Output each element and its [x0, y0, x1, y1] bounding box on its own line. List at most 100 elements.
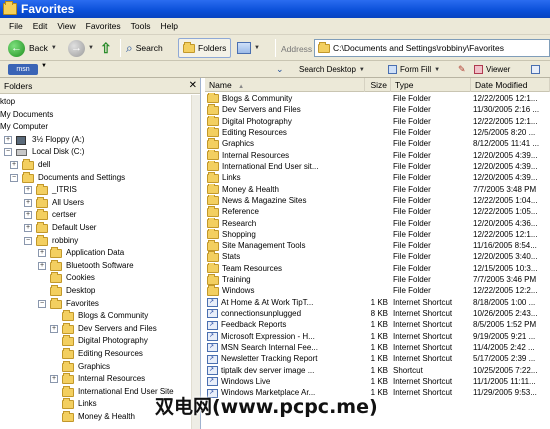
list-item-date-modified: 12/22/2005 12:1... [473, 116, 538, 126]
list-item[interactable]: Windows Live 1 KB Internet Shortcut 11/1/20… [205, 376, 550, 387]
menu-view[interactable]: View [52, 21, 80, 31]
list-item[interactable]: Shopping File Folder 12/22/2005 12:1... [205, 228, 550, 240]
expand-icon[interactable]: + [24, 211, 32, 220]
expand-icon[interactable]: + [24, 198, 32, 207]
chevron-down-icon: ▼ [358, 66, 365, 73]
search-desktop-button[interactable]: Search Desktop ▼ [299, 63, 365, 76]
list-item[interactable]: Research File Folder 12/20/2005 4:36... [205, 217, 550, 229]
list-item[interactable]: MSN Search Internal Fee... 1 KB Internet S… [205, 342, 550, 353]
forward-button[interactable]: → ▼ [68, 38, 94, 58]
list-item[interactable]: Team Resources File Folder 12/15/2005 10:3… [205, 262, 550, 274]
chevron-down-icon[interactable]: ▼ [41, 63, 47, 69]
list-item[interactable]: Internal Resources File Folder 12/20/2005 … [205, 149, 550, 161]
list-item[interactable]: Editing Resources File Folder 12/5/2005 8:… [205, 126, 550, 138]
list-item-date-modified: 12/15/2005 10:3... [473, 263, 538, 273]
folder-icon [36, 196, 48, 208]
vertical-scrollbar[interactable] [191, 95, 200, 429]
list-header: Name ▲ Size Type Date Modified [205, 78, 550, 92]
menu-edit[interactable]: Edit [28, 21, 53, 31]
expand-icon[interactable]: + [10, 161, 18, 169]
tree-item-label: Favorites [66, 298, 99, 308]
expand-icon[interactable]: + [24, 224, 32, 232]
list-item-type: File Folder [393, 150, 431, 160]
internet-shortcut-icon [207, 342, 218, 353]
list-item[interactable]: Training File Folder 7/7/2005 3:46 PM [205, 274, 550, 285]
list-item[interactable]: Links File Folder 12/20/2005 4:39... [205, 172, 550, 183]
explorer-window: Favorites File Edit View Favorites Tools… [0, 0, 550, 429]
list-item-date-modified: 11/4/2005 2:42 ... [473, 343, 535, 353]
toolbar-extra-button[interactable] [531, 63, 540, 76]
folder-icon [22, 159, 34, 170]
column-header-type[interactable]: Type [391, 78, 471, 92]
expand-icon[interactable]: + [38, 261, 46, 270]
pen-icon[interactable]: ✎ [458, 63, 466, 76]
expand-icon[interactable]: + [50, 375, 58, 384]
tree-item-label: All Users [52, 197, 85, 207]
list-item-type: Internet Shortcut [393, 354, 453, 364]
list-item[interactable]: Reference File Folder 12/22/2005 1:05... [205, 206, 550, 217]
list-item[interactable]: tiptalk dev server image ... 1 KB Shortcut… [205, 365, 550, 376]
folder-icon [207, 93, 219, 104]
list-item-name: Feedback Reports [221, 320, 287, 330]
search-button[interactable]: ⌕ Search [126, 38, 163, 58]
menu-file[interactable]: File [4, 21, 28, 31]
viewer-button[interactable]: Viewer [474, 63, 510, 76]
list-item-name-cell: Dev Servers and Files [207, 104, 365, 115]
list-item[interactable]: Digital Photography File Folder 12/22/2005… [205, 115, 550, 127]
list-item[interactable]: Windows File Folder 12/22/2005 12:2... [205, 285, 550, 296]
expand-icon[interactable]: + [24, 186, 32, 195]
menu-help[interactable]: Help [155, 21, 182, 31]
list-item[interactable]: Money & Health File Folder 7/7/2005 3:48 P… [205, 183, 550, 195]
msn-logo[interactable]: msn [8, 64, 38, 75]
menu-favorites[interactable]: Favorites [81, 21, 126, 31]
list-item-type: Internet Shortcut [393, 331, 453, 341]
collapse-icon[interactable]: − [24, 236, 32, 245]
list-item[interactable]: International End User sit... File Folder… [205, 160, 550, 172]
expand-icon[interactable]: + [50, 324, 58, 333]
list-item[interactable]: connectionsunplugged 8 KB Internet Shortcu… [205, 308, 550, 319]
chevron-down-icon: ▼ [254, 45, 260, 51]
list-item[interactable]: Dev Servers and Files File Folder 11/30/20… [205, 104, 550, 115]
list-item-type: Internet Shortcut [393, 297, 453, 307]
list-item[interactable]: News & Magazine Sites File Folder 12/22/20… [205, 194, 550, 206]
expand-icon[interactable]: + [4, 135, 12, 144]
menu-tools[interactable]: Tools [126, 21, 156, 31]
back-button[interactable]: ← Back ▼ [8, 38, 57, 58]
column-header-name[interactable]: Name ▲ [205, 78, 365, 92]
list-item[interactable]: Feedback Reports 1 KB Internet Shortcut 8/5… [205, 319, 550, 331]
close-icon[interactable]: ✕ [189, 78, 197, 94]
list-item-type: Internet Shortcut [393, 343, 453, 353]
list-item[interactable]: Microsoft Expression - H... 1 KB Internet … [205, 331, 550, 342]
list-item[interactable]: Graphics File Folder 8/12/2005 11:41 ... [205, 138, 550, 149]
folders-button[interactable]: Folders [178, 38, 232, 58]
chevron-down-icon[interactable]: ⌄ [276, 63, 284, 76]
tree-item-label: Links [78, 399, 97, 409]
collapse-icon[interactable]: − [4, 148, 12, 157]
viewer-label: Viewer [486, 65, 511, 74]
folder-icon [207, 183, 219, 194]
title-bar[interactable]: Favorites [0, 0, 550, 18]
address-field[interactable]: C:\Documents and Settings\robbiny\Favori… [314, 39, 550, 57]
internet-shortcut-icon [207, 365, 218, 376]
list-item-date-modified: 11/16/2005 8:54... [473, 241, 537, 251]
tree-item-label: Documents and Settings [38, 172, 126, 182]
list-item-date-modified: 12/22/2005 12:2... [473, 286, 538, 296]
expand-icon[interactable]: + [38, 249, 46, 258]
search-desktop-label: Search Desktop [299, 65, 356, 74]
list-item[interactable]: Blogs & Community File Folder 12/22/2005 1… [205, 93, 550, 104]
list-item[interactable]: Stats File Folder 12/20/2005 3:40... [205, 251, 550, 262]
list-item[interactable]: Newsletter Tracking Report 1 KB Internet S… [205, 353, 550, 365]
folder-icon [207, 194, 219, 206]
column-header-date-modified[interactable]: Date Modified [471, 78, 550, 92]
tree-item-label: ktop [0, 97, 16, 106]
collapse-icon[interactable]: − [38, 299, 46, 308]
list-item-name-cell: News & Magazine Sites [207, 194, 365, 206]
tree-item-label: Desktop [66, 286, 96, 295]
collapse-icon[interactable]: − [10, 173, 18, 182]
form-fill-button[interactable]: Form Fill ▼ [388, 63, 440, 76]
up-folder-button[interactable]: ⇧ [100, 38, 112, 58]
views-button[interactable]: ▼ [237, 38, 260, 58]
column-header-size[interactable]: Size [365, 78, 391, 92]
list-item[interactable]: At Home & At Work TipT... 1 KB Internet Sh… [205, 297, 550, 308]
list-item[interactable]: Site Management Tools File Folder 11/16/20… [205, 240, 550, 251]
